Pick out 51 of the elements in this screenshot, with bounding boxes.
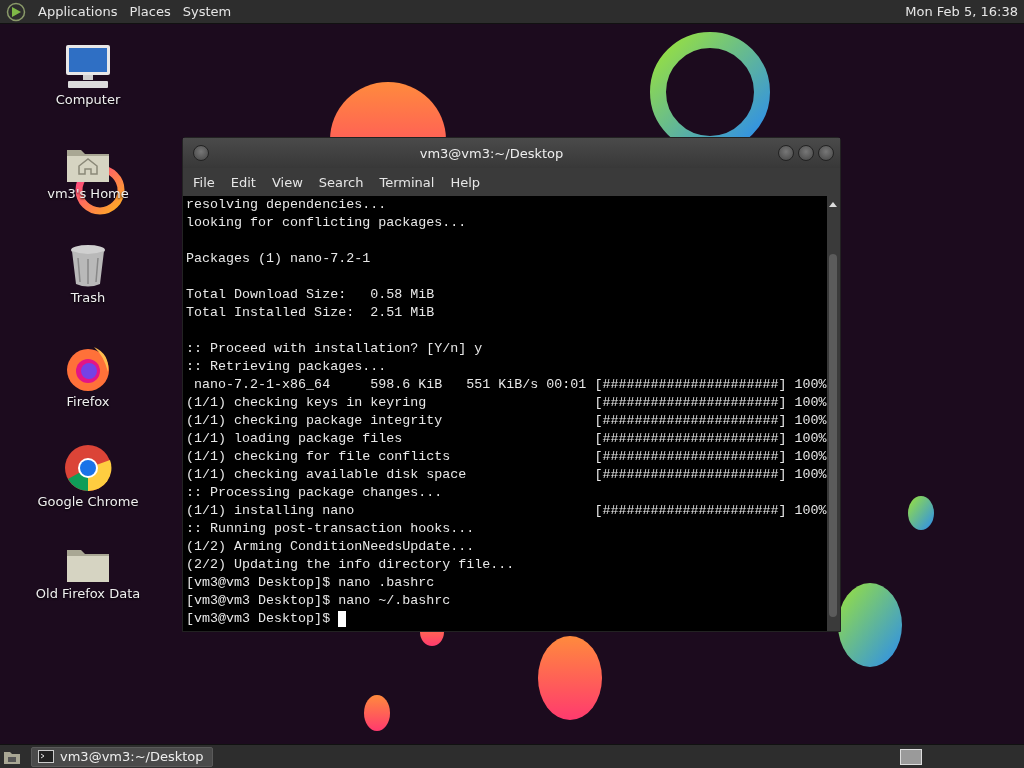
terminal-line: :: Processing package changes... — [186, 484, 443, 502]
terminal-line: [vm3@vm3 Desktop]$ — [186, 610, 332, 628]
menu-item[interactable]: View — [267, 174, 313, 190]
desktop-icon-label[interactable]: Trash — [70, 290, 106, 305]
terminal-line: nano-7.2-1-x86_64 598.6 KiB 551 KiB/s 00:01 [######################] 100% — [193, 376, 827, 394]
clock[interactable]: Mon Feb 5, 16:38 — [905, 4, 1024, 19]
desktop-icon-label[interactable]: Google Chrome — [37, 494, 139, 509]
terminal-line: Packages (1) nano-7.2-1 — [186, 250, 371, 268]
terminal-line: [vm3@vm3 Desktop]$ nano ~/.bashrc — [186, 592, 451, 610]
desktop-icon-label[interactable]: Computer — [55, 92, 121, 107]
menu-item[interactable]: Edit — [226, 174, 266, 190]
close-button[interactable] — [818, 145, 834, 161]
terminal-line: (1/1) checking keys in keyring [######################] 100% — [186, 394, 827, 412]
terminal-line: (1/2) Arming ConditionNeedsUpdate... — [186, 538, 475, 556]
panel-menu[interactable]: Applications — [32, 4, 124, 19]
terminal-line: resolving dependencies... — [186, 196, 387, 214]
menu-item[interactable]: Terminal — [375, 174, 445, 190]
terminal-line: (1/1) loading package files [######################] 100% — [186, 430, 827, 448]
menu-item[interactable]: File — [189, 174, 225, 190]
terminal-line: :: Proceed with installation? [Y/n] y — [186, 340, 483, 358]
firefox-icon — [64, 344, 112, 392]
menu-item[interactable]: Help — [446, 174, 491, 190]
terminal-line: (1/1) checking package integrity [######################] 100% — [186, 412, 827, 430]
terminal-line: [vm3@vm3 Desktop]$ nano .bashrc — [186, 574, 435, 592]
minimize-button[interactable] — [778, 145, 794, 161]
taskbar-button[interactable]: vm3@vm3:~/Desktop — [31, 746, 213, 767]
panel-menu[interactable]: Places — [123, 4, 177, 19]
terminal-line: (1/1) checking available disk space [######################] 100% — [186, 466, 827, 484]
terminal-line: Total Download Size: 0.58 MiB — [186, 286, 435, 304]
terminal-line: :: Running post-transaction hooks... — [186, 520, 475, 538]
terminal-icon — [38, 750, 54, 763]
scroll-up-icon[interactable] — [828, 200, 839, 208]
terminal-line: (1/1) checking for file conflicts [######################] 100% — [186, 448, 827, 466]
trash-icon — [69, 244, 107, 288]
window-title: vm3@vm3:~/Desktop — [418, 145, 565, 161]
terminal-line: (1/1) installing nano [######################] 100% — [186, 502, 827, 520]
cursor — [338, 611, 347, 627]
window-menu-button[interactable] — [193, 145, 209, 161]
chrome-icon — [64, 444, 112, 492]
desktop-icon-label[interactable]: Firefox — [66, 394, 110, 409]
menu-item[interactable]: Search — [314, 174, 374, 190]
terminal-line: (2/2) Updating the info directory file... — [186, 556, 515, 574]
distro-logo-icon[interactable] — [6, 1, 26, 22]
scrollbar[interactable] — [826, 196, 840, 631]
desktop-icon-label[interactable]: Old Firefox Data — [35, 586, 141, 601]
panel-menu[interactable]: System — [176, 4, 238, 19]
terminal-line: Total Installed Size: 2.51 MiB — [186, 304, 435, 322]
maximize-button[interactable] — [798, 145, 814, 161]
terminal-line: :: Retrieving packages... — [186, 358, 387, 376]
workspace-switcher-icon[interactable] — [900, 748, 922, 765]
terminal-line: looking for conflicting packages... — [186, 214, 467, 232]
